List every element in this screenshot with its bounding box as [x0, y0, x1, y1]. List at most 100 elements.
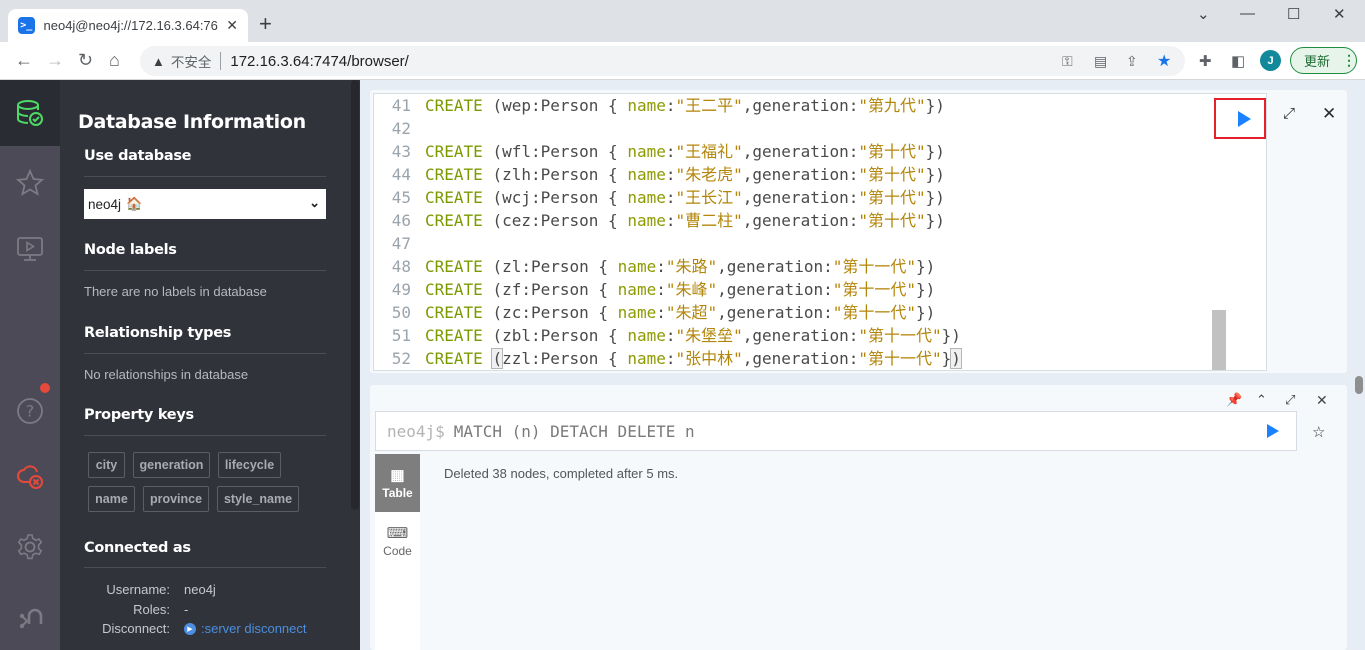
profile-avatar[interactable]: J — [1260, 50, 1281, 71]
line-number: 41 — [391, 96, 411, 115]
sidebar-item-database[interactable] — [0, 80, 60, 146]
open-paren: ( — [492, 188, 503, 207]
property-name: name — [627, 142, 666, 161]
pin-icon[interactable]: 📌 — [1226, 392, 1242, 408]
share-icon[interactable]: ⇪ — [1126, 53, 1138, 70]
home-icon[interactable]: ⌂ — [109, 50, 120, 70]
close-paren: ) — [935, 188, 945, 207]
cypher-keyword: CREATE — [425, 142, 483, 161]
close-paren: ) — [935, 211, 945, 230]
favorite-star-icon[interactable]: ☆ — [1312, 423, 1325, 441]
line-number: 47 — [391, 234, 411, 253]
code-line[interactable]: 41 CREATE (wep:Person { name:"王二平",genera… — [374, 94, 945, 117]
property-name: ,generation: — [742, 96, 859, 115]
roles-value: - — [184, 602, 189, 617]
drawer-scrollbar[interactable] — [351, 80, 359, 510]
sidebar-item-guides[interactable] — [0, 216, 60, 282]
node-pattern: zzl:Person { — [502, 349, 628, 368]
close-window-button[interactable]: ✕ — [1333, 5, 1346, 23]
url-text[interactable]: 172.16.3.64:7474/browser/ — [230, 53, 408, 70]
property-key-tag[interactable]: lifecycle — [218, 452, 281, 478]
string-value: "第十代" — [858, 188, 926, 207]
code-line[interactable]: 50 CREATE (zc:Person { name:"朱超",generati… — [374, 301, 936, 324]
close-icon[interactable]: ✕ — [1322, 104, 1336, 124]
node-pattern: zl:Person { — [502, 257, 618, 276]
node-pattern: wfl:Person { — [502, 142, 628, 161]
property-key-tag[interactable]: generation — [133, 452, 210, 478]
editor-scrollbar[interactable] — [1212, 310, 1226, 370]
cypher-editor[interactable]: 52 CREATE (zzl:Person { name:"张中林",genera… — [373, 93, 1267, 371]
chevron-down-icon: ⌄ — [309, 195, 320, 210]
tab-table[interactable]: ▦ Table — [375, 454, 420, 512]
bookmark-star-icon[interactable]: ★ — [1157, 51, 1171, 71]
run-query-button[interactable] — [1214, 98, 1266, 139]
node-pattern: wep:Person { — [502, 96, 628, 115]
node-pattern: zc:Person { — [502, 303, 618, 322]
node-pattern: zlh:Person { — [502, 165, 628, 184]
side-panel-icon[interactable]: ◧ — [1231, 52, 1245, 70]
property-key-tag[interactable]: name — [88, 486, 135, 512]
cypher-keyword: CREATE — [425, 280, 483, 299]
collapse-chevron-up-icon[interactable]: ⌃ — [1256, 392, 1267, 408]
fullscreen-icon[interactable]: ⤢ — [1285, 392, 1295, 408]
string-value: "张中林" — [675, 349, 743, 368]
query-prompt[interactable]: neo4j$ MATCH (n) DETACH DELETE n — [375, 411, 1297, 451]
code-line[interactable]: 46 CREATE (cez:Person { name:"曹二柱",genera… — [374, 209, 945, 232]
address-bar[interactable]: ▲ 不安全 172.16.3.64:7474/browser/ ⚿ ▤ ⇪ ★ — [140, 46, 1185, 76]
maximize-button[interactable]: ☐ — [1287, 5, 1300, 23]
server-disconnect-link[interactable]: ▶ :server disconnect — [184, 621, 307, 636]
code-line[interactable]: 44 CREATE (zlh:Person { name:"朱老虎",genera… — [374, 163, 945, 186]
code-line[interactable]: 42 — [374, 117, 425, 140]
play-icon — [1237, 110, 1251, 127]
property-name: ,generation: — [742, 165, 859, 184]
string-value: "第十一代" — [832, 280, 916, 299]
connected-as-heading: Connected as — [84, 540, 191, 556]
close-brace: } — [941, 326, 952, 345]
property-key-tag[interactable]: province — [143, 486, 209, 512]
translate-icon[interactable]: ▤ — [1094, 53, 1107, 70]
code-line[interactable]: 49 CREATE (zf:Person { name:"朱峰",generati… — [374, 278, 936, 301]
minimize-button[interactable]: — — [1240, 5, 1255, 22]
query-text[interactable]: MATCH (n) DETACH DELETE n — [454, 422, 695, 441]
browser-tab[interactable]: >_ neo4j@neo4j://172.16.3.64:7687 ✕ — [8, 9, 248, 42]
line-number: 45 — [391, 188, 411, 207]
code-line[interactable]: 48 CREATE (zl:Person { name:"朱路",generati… — [374, 255, 936, 278]
update-button[interactable]: 更新 ⋮ — [1290, 47, 1357, 74]
play-circle-icon: ▶ — [184, 622, 196, 635]
string-value: "王长江" — [675, 188, 743, 207]
forward-arrow-icon[interactable]: → — [46, 50, 64, 70]
code-line[interactable]: 52 CREATE (zzl:Person { name:"张中林",genera… — [374, 347, 962, 370]
rerun-play-icon[interactable] — [1267, 424, 1279, 438]
close-tab-icon[interactable]: ✕ — [226, 17, 238, 34]
sidebar-item-connection[interactable] — [0, 444, 60, 510]
database-select[interactable]: neo4j 🏠 ⌄ — [84, 189, 326, 219]
code-line[interactable]: 47 — [374, 232, 425, 255]
code-line[interactable]: 45 CREATE (wcj:Person { name:"王长江",genera… — [374, 186, 945, 209]
tab-search-icon[interactable]: ⌄ — [1197, 5, 1210, 23]
sidebar-item-about[interactable] — [0, 582, 60, 648]
cypher-keyword: CREATE — [425, 211, 483, 230]
sidebar-rail: ? — [0, 80, 60, 650]
sidebar-item-favorites[interactable] — [0, 150, 60, 216]
stream-scrollbar[interactable] — [1355, 376, 1363, 394]
close-icon[interactable]: ✕ — [1316, 392, 1328, 409]
tab-code[interactable]: ⌨ Code — [375, 512, 420, 570]
sidebar-item-settings[interactable] — [0, 514, 60, 580]
security-status[interactable]: 不安全 — [171, 51, 212, 71]
back-arrow-icon[interactable]: ← — [15, 50, 33, 70]
extensions-puzzle-icon[interactable]: ✚ — [1199, 52, 1212, 70]
open-paren: ( — [492, 142, 503, 161]
key-icon[interactable]: ⚿ — [1062, 53, 1073, 70]
property-key-tag[interactable]: style_name — [217, 486, 299, 512]
relationship-types-heading: Relationship types — [84, 325, 232, 341]
new-tab-button[interactable]: + — [259, 13, 272, 35]
code-line[interactable]: 43 CREATE (wfl:Person { name:"王福礼",genera… — [374, 140, 945, 163]
sidebar-item-help[interactable]: ? — [0, 378, 60, 444]
code-line[interactable]: 51 CREATE (zbl:Person { name:"朱堡垒",genera… — [374, 324, 961, 347]
more-menu-icon[interactable]: ⋮ — [1342, 52, 1356, 69]
string-value: "朱路" — [665, 257, 718, 276]
fullscreen-icon[interactable]: ⤢ — [1283, 105, 1295, 122]
reload-icon[interactable]: ↻ — [78, 50, 93, 70]
property-key-tag[interactable]: city — [88, 452, 125, 478]
